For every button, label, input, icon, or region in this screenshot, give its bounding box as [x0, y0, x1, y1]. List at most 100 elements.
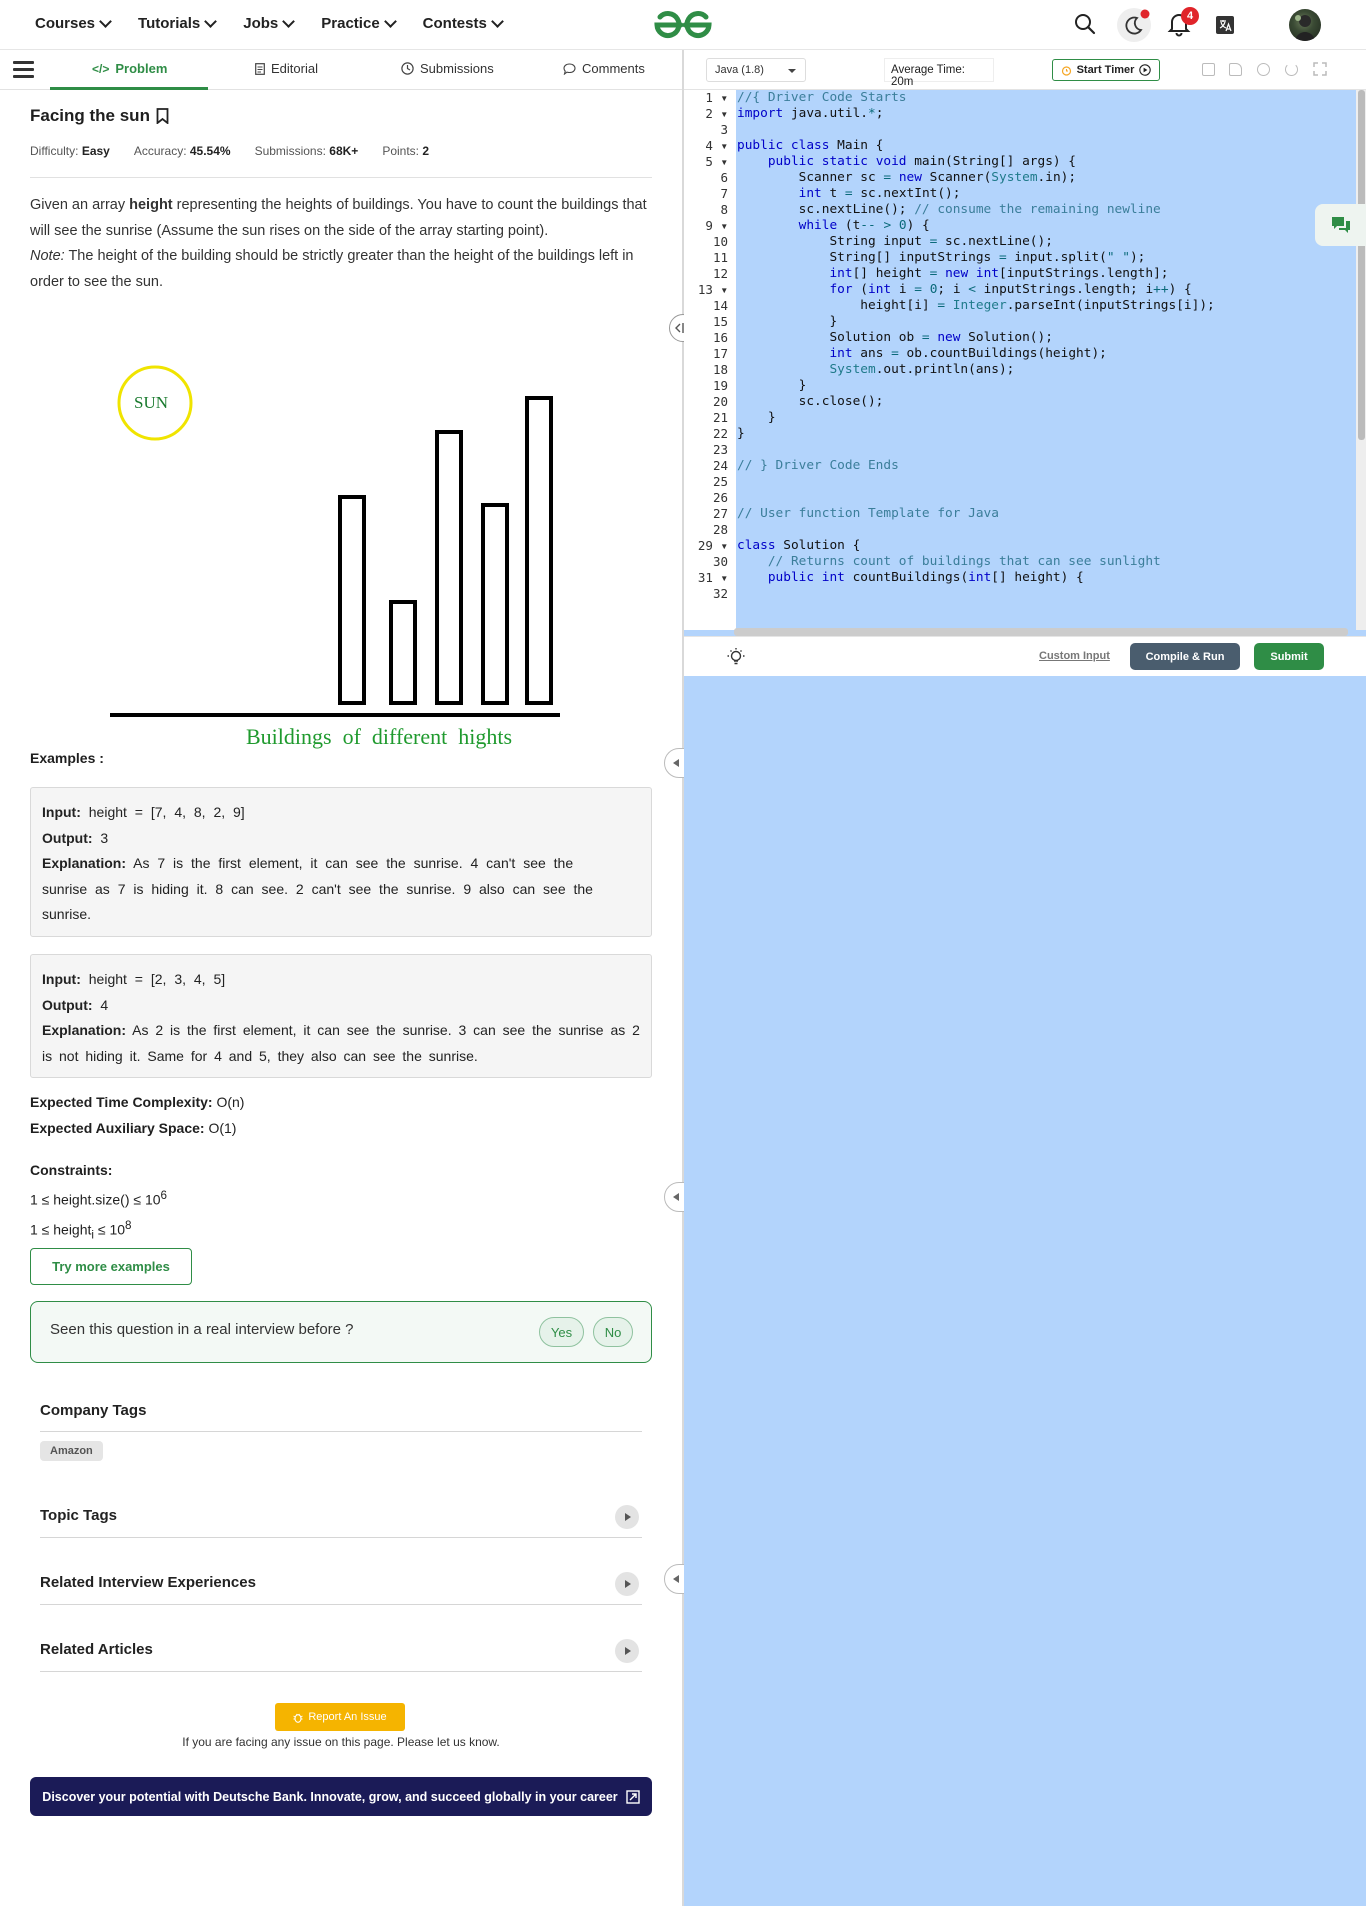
chat-icon[interactable] — [1315, 204, 1366, 246]
tab-comments[interactable]: Comments — [563, 61, 645, 76]
expand-arrow-icon[interactable] — [615, 1639, 639, 1663]
dark-mode-icon[interactable] — [1117, 8, 1151, 42]
settings-icon[interactable] — [1257, 63, 1270, 76]
deutsche-bank-banner[interactable]: Discover your potential with Deutsche Ba… — [30, 1777, 652, 1816]
collapse-left-icon[interactable] — [664, 748, 686, 778]
comment-icon — [563, 62, 576, 75]
gfg-logo[interactable] — [651, 8, 715, 47]
main-menu: Courses Tutorials Jobs Practice Contests — [35, 15, 504, 32]
menu-practice[interactable]: Practice — [321, 15, 397, 32]
fullscreen-icon[interactable] — [1313, 62, 1327, 81]
line-number: 9 ▾ — [705, 218, 728, 233]
line-number: 28 — [712, 522, 728, 537]
company-tag-amazon[interactable]: Amazon — [40, 1441, 103, 1461]
hamburger-menu-icon[interactable] — [13, 61, 34, 78]
difficulty: Difficulty: Easy — [30, 144, 110, 158]
banner-text: Discover your potential with Deutsche Ba… — [42, 1789, 618, 1804]
no-button[interactable]: No — [593, 1317, 633, 1347]
line-number: 26 — [712, 490, 728, 505]
menu-tutorials-label: Tutorials — [138, 15, 201, 32]
yes-button[interactable]: Yes — [539, 1317, 584, 1347]
divider — [30, 177, 652, 178]
related-articles-accordion[interactable]: Related Articles — [40, 1641, 153, 1658]
no-label: No — [604, 1324, 622, 1340]
example-2-output: 4 — [92, 996, 109, 1013]
line-number: 19 — [712, 378, 728, 393]
copy-icon[interactable] — [1202, 63, 1215, 76]
time-complexity: Expected Time Complexity: O(n) — [30, 1094, 244, 1110]
tab-submissions[interactable]: Submissions — [401, 61, 494, 76]
line-number: 7 — [720, 186, 728, 201]
submissions-value: 68K+ — [329, 144, 359, 158]
points-label: Points: — [382, 144, 420, 158]
space-complexity: Expected Auxiliary Space: O(1) — [30, 1120, 236, 1136]
custom-input-label: Custom Input — [1039, 650, 1110, 662]
space-complexity-label: Expected Auxiliary Space: — [30, 1120, 205, 1136]
language-value: Java (1.8) — [715, 64, 764, 76]
search-icon[interactable] — [1074, 13, 1096, 40]
report-issue-button[interactable]: Report An Issue — [275, 1703, 405, 1731]
menu-contests[interactable]: Contests — [422, 15, 504, 32]
line-number: 24 — [712, 458, 728, 473]
problem-description: Given an array height representing the h… — [30, 193, 650, 295]
try-more-examples-button[interactable]: Try more examples — [30, 1248, 192, 1285]
topic-tags-heading: Topic Tags — [40, 1507, 117, 1524]
compile-run-button[interactable]: Compile & Run — [1130, 643, 1240, 670]
vertical-scrollbar[interactable] — [1356, 90, 1366, 630]
tab-submissions-label: Submissions — [420, 61, 494, 76]
import-icon[interactable] — [1229, 63, 1242, 76]
line-number: 27 — [712, 506, 728, 521]
building-bar — [525, 396, 553, 705]
translate-icon[interactable] — [1216, 16, 1234, 34]
explanation-label: Explanation: — [42, 1022, 127, 1039]
menu-courses[interactable]: Courses — [35, 15, 112, 32]
line-numbers: 1 ▾ 2 ▾ 3 4 ▾ 5 ▾ 6 7 8 9 ▾ 10 11 12 13 ▾ 14 1… — [698, 90, 728, 602]
line-number: 6 — [720, 170, 728, 185]
code-editor[interactable]: //{ Driver Code Starts import java.util.… — [737, 90, 1356, 630]
line-number: 11 — [712, 250, 728, 265]
divider — [40, 1671, 642, 1672]
line-number: 3 — [720, 122, 728, 137]
clock-icon — [401, 62, 414, 75]
example-2-explanation: As 2 is the first element, it can see th… — [42, 1022, 640, 1064]
tab-editorial[interactable]: Editorial — [255, 61, 318, 76]
notification-badge: 4 — [1181, 7, 1199, 25]
avatar[interactable] — [1289, 9, 1321, 41]
buildings-group — [338, 396, 553, 705]
building-bar — [338, 495, 366, 705]
menu-tutorials[interactable]: Tutorials — [138, 15, 218, 32]
horizontal-scrollbar[interactable] — [734, 628, 1348, 636]
submit-button[interactable]: Submit — [1254, 643, 1324, 670]
menu-contests-label: Contests — [422, 15, 487, 32]
related-articles-heading: Related Articles — [40, 1641, 153, 1658]
line-number: 22 — [712, 426, 728, 441]
topic-tags-accordion[interactable]: Topic Tags — [40, 1507, 117, 1524]
lightbulb-icon[interactable] — [726, 647, 746, 667]
collapse-left-icon[interactable] — [664, 1182, 686, 1212]
problem-meta: Difficulty: Easy Accuracy: 45.54% Submis… — [30, 144, 429, 158]
custom-input-link[interactable]: Custom Input — [1039, 650, 1110, 662]
expand-arrow-icon[interactable] — [615, 1572, 639, 1596]
buildings-figure: SUN Buildings of different hights — [100, 345, 570, 770]
menu-jobs[interactable]: Jobs — [243, 15, 296, 32]
chevron-down-icon — [99, 15, 112, 28]
constraint-2-exponent: 8 — [125, 1218, 132, 1232]
external-link-icon — [625, 1789, 640, 1804]
tab-problem[interactable]: </> Problem — [92, 61, 167, 76]
collapse-left-icon[interactable] — [664, 1564, 686, 1594]
reset-icon[interactable] — [1285, 63, 1298, 76]
space-complexity-value: O(1) — [204, 1120, 237, 1136]
start-timer-button[interactable]: Start Timer — [1052, 59, 1160, 81]
expand-arrow-icon[interactable] — [615, 1505, 639, 1529]
accuracy-label: Accuracy: — [133, 144, 187, 158]
points: Points: 2 — [382, 144, 429, 158]
bookmark-icon[interactable] — [156, 108, 169, 124]
examples-heading: Examples : — [30, 750, 104, 766]
language-select[interactable]: Java (1.8) — [706, 58, 806, 82]
submissions-count: Submissions: 68K+ — [255, 144, 359, 158]
tab-problem-label: Problem — [115, 61, 168, 76]
difficulty-label: Difficulty: — [30, 144, 79, 158]
submissions-label: Submissions: — [254, 144, 326, 158]
related-interview-accordion[interactable]: Related Interview Experiences — [40, 1574, 256, 1591]
divider — [40, 1431, 642, 1432]
